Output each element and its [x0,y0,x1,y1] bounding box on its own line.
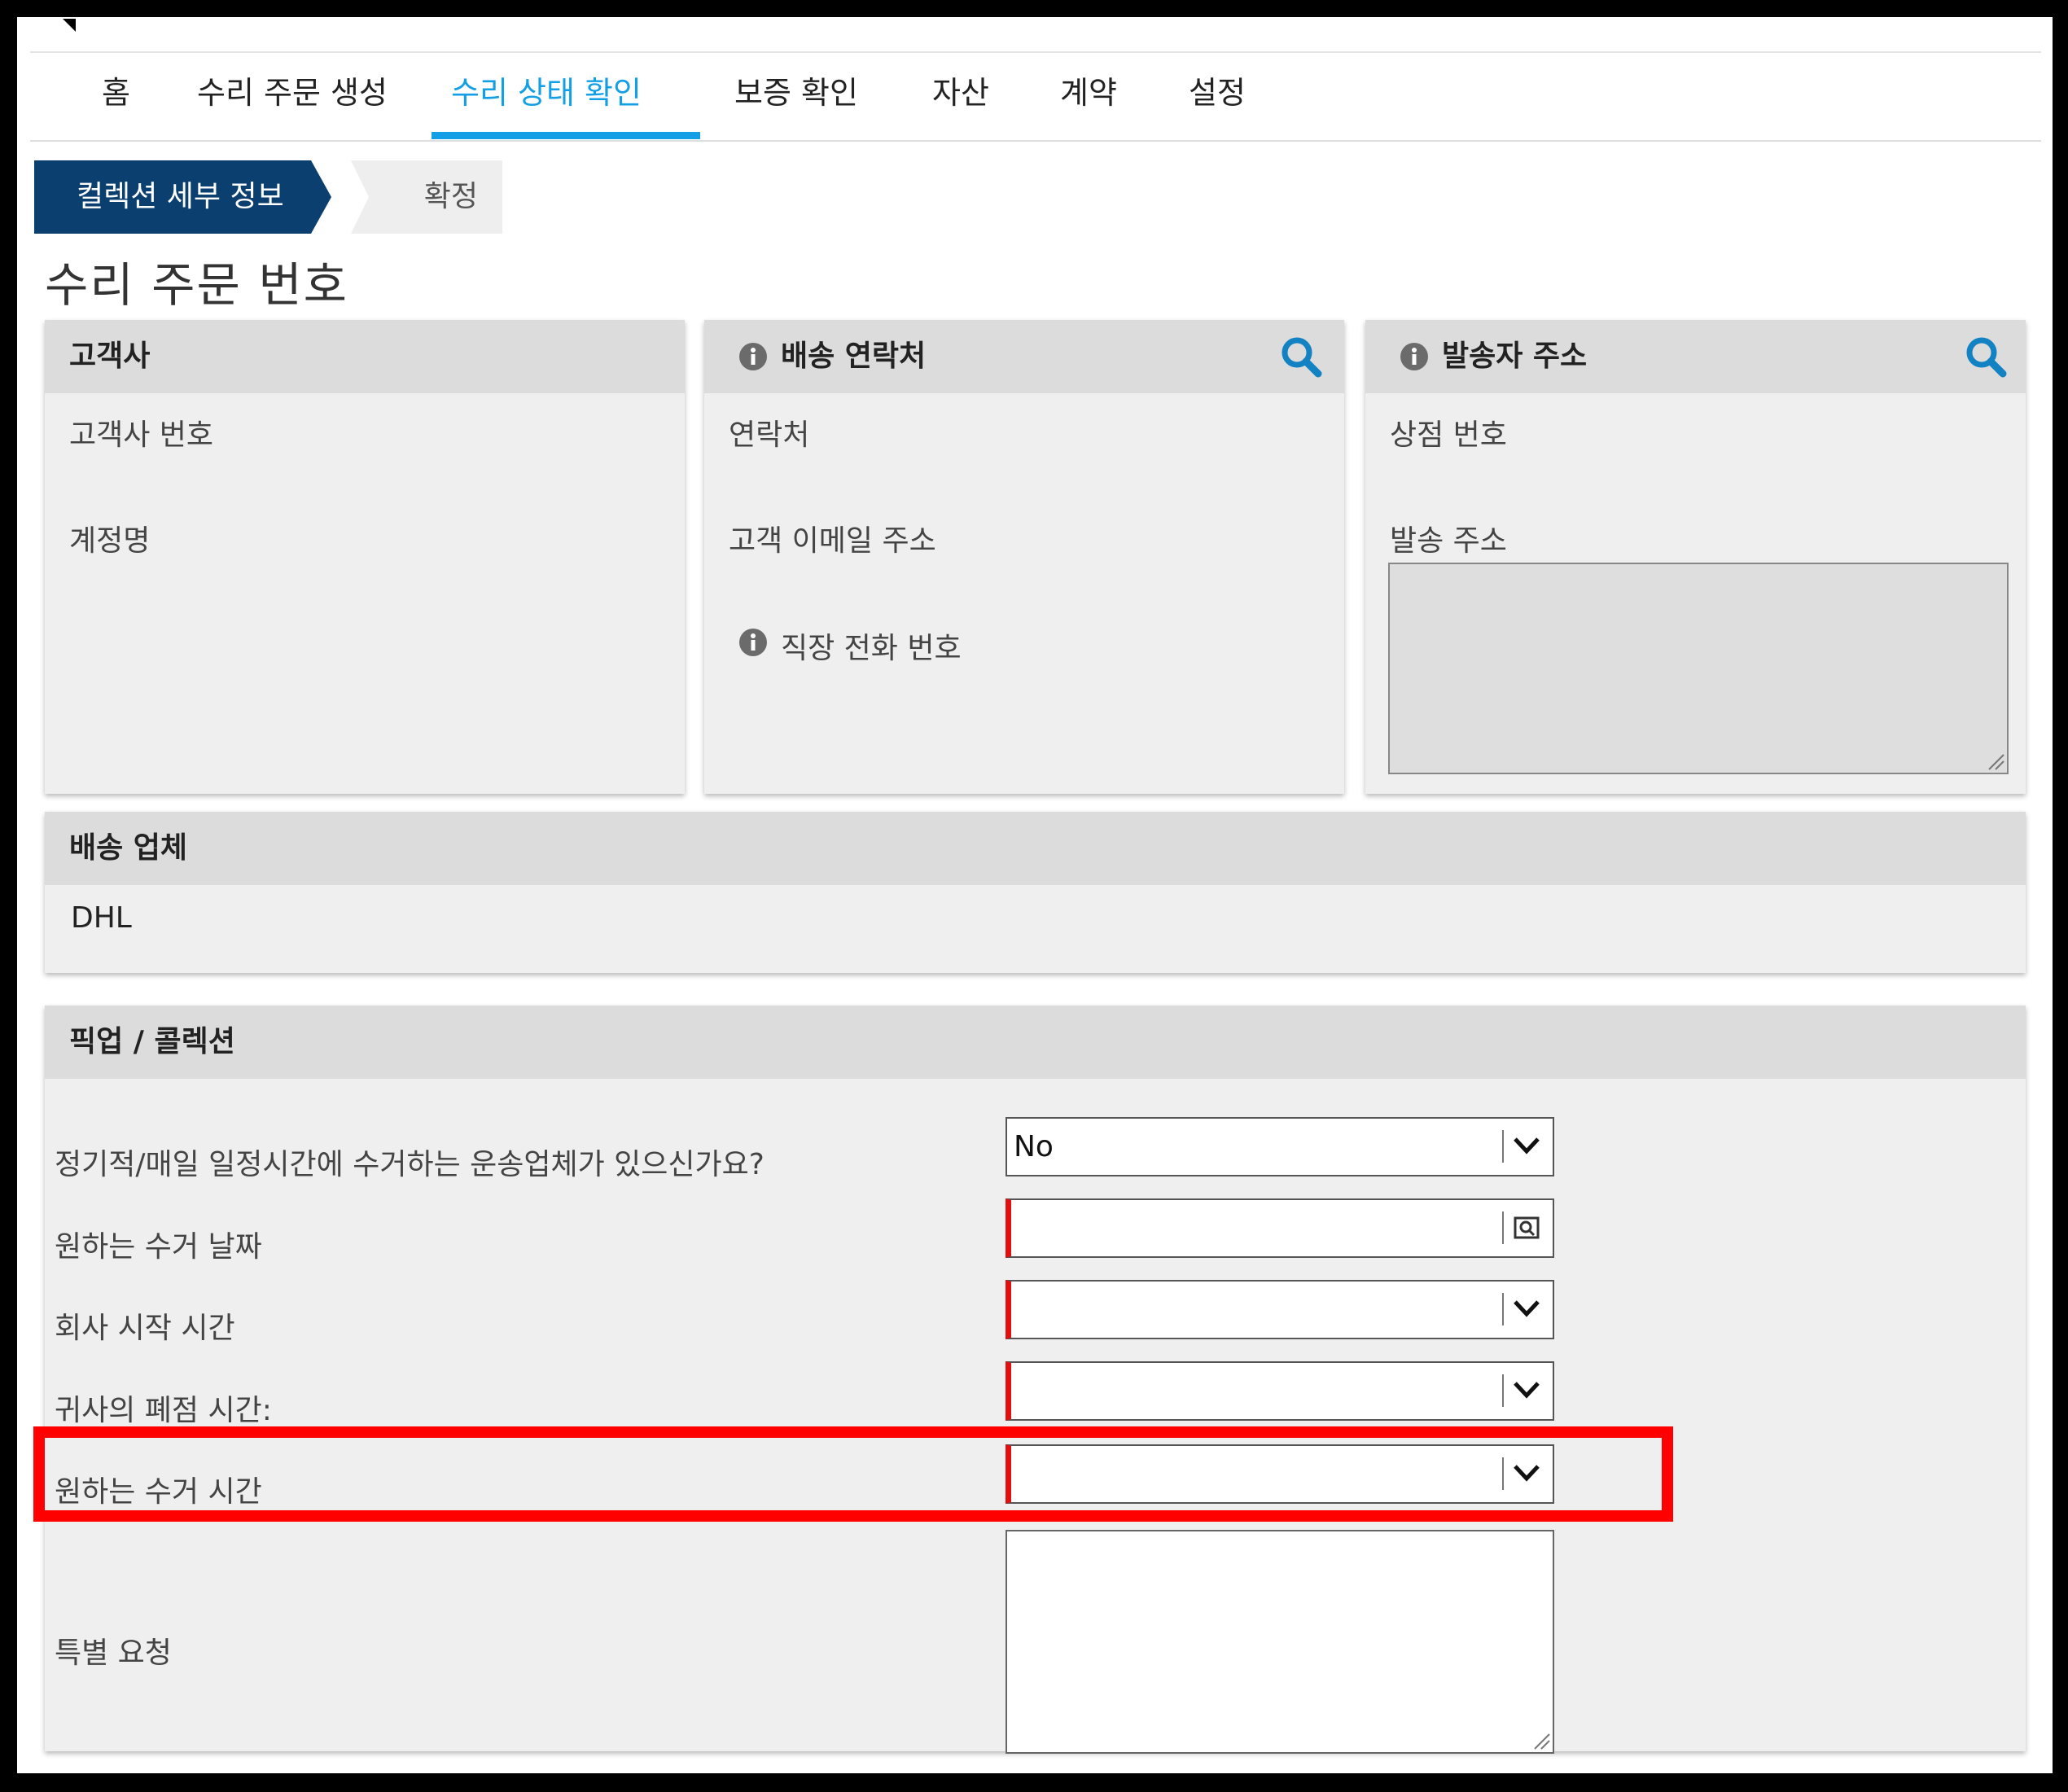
customer-email-label: 고객 이메일 주소 [729,524,936,558]
step-confirm: 확정 [351,160,502,234]
company-start-time-label: 회사 시작 시간 [55,1312,235,1345]
page-title: 수리 주문 번호 [45,257,349,313]
cursor-corner-icon [63,19,76,32]
store-number-label: 상점 번호 [1390,418,1507,452]
panel-header: 배송 연락처 [704,320,1344,393]
panel-title: 배송 연락처 [781,340,927,373]
nav-settings[interactable]: 설정 [1189,53,1246,140]
nav-contracts[interactable]: 계약 [1060,53,1117,140]
divider [1502,1211,1504,1244]
divider [1502,1130,1504,1163]
company-start-time-select[interactable] [1006,1280,1554,1339]
nav-repair-status[interactable]: 수리 상태 확인 [451,53,642,140]
ship-address-label: 발송 주소 [1390,524,1507,558]
info-icon [739,629,767,656]
nav-assets[interactable]: 자산 [932,53,989,140]
shipping-contact-panel: 배송 연락처 연락처 고객 이메일 주소 직장 전화 번호 [704,320,1344,794]
closing-time-select[interactable] [1006,1361,1554,1421]
app-frame: 홈 수리 주문 생성 수리 상태 확인 보증 확인 자산 계약 설정 컬렉션 세… [17,17,2053,1773]
panel-title: 발송자 주소 [1442,340,1588,373]
regular-carrier-label: 정기적/매일 일정시간에 수거하는 운송업체가 있으신가요? [55,1148,765,1181]
contact-label: 연락처 [729,418,810,452]
customer-number-label: 고객사 번호 [69,418,214,452]
panel-title: 픽업 / 콜렉션 [69,1025,235,1058]
top-nav: 홈 수리 주문 생성 수리 상태 확인 보증 확인 자산 계약 설정 [30,51,2041,142]
calendar-search-icon[interactable] [1514,1215,1540,1241]
sender-address-panel: 발송자 주소 상점 번호 발송 주소 [1365,320,2026,794]
step-collection-details: 컬렉션 세부 정보 [34,160,331,234]
info-icon [739,343,767,370]
ship-address-textarea[interactable] [1388,563,2009,774]
info-icon [1400,343,1428,370]
panel-header: 배송 업체 [45,812,2026,885]
active-tab-indicator [432,132,700,139]
highlight-box [33,1426,1673,1522]
panel-title: 고객사 [69,340,151,373]
resize-grip-icon[interactable] [1986,751,2005,771]
chevron-down-icon[interactable] [1512,1296,1541,1321]
chevron-down-icon[interactable] [1512,1133,1541,1158]
account-name-label: 계정명 [69,524,151,558]
divider [1502,1374,1504,1407]
closing-time-label: 귀사의 폐점 시간: [55,1394,272,1427]
pickup-date-label: 원하는 수거 날짜 [55,1230,262,1264]
search-icon[interactable] [1279,335,1323,379]
chevron-down-icon[interactable] [1512,1378,1541,1402]
panel-title: 배송 업체 [69,831,188,865]
work-phone-label: 직장 전화 번호 [781,632,962,665]
panel-header: 발송자 주소 [1365,320,2026,393]
regular-carrier-value: No [1014,1130,1054,1163]
nav-warranty-check[interactable]: 보증 확인 [734,53,858,140]
nav-create-repair-order[interactable]: 수리 주문 생성 [197,53,388,140]
divider [1502,1293,1504,1325]
special-request-textarea[interactable] [1006,1530,1554,1754]
panel-header: 고객사 [45,320,685,393]
regular-carrier-select[interactable]: No [1006,1117,1554,1176]
carrier-value: DHL [71,901,132,935]
panel-header: 픽업 / 콜렉션 [45,1006,2026,1079]
nav-home[interactable]: 홈 [102,53,130,140]
resize-grip-icon[interactable] [1531,1731,1551,1750]
customer-panel: 고객사 고객사 번호 계정명 [45,320,685,794]
search-icon[interactable] [1964,335,2008,379]
special-request-label: 특별 요청 [55,1636,172,1670]
carrier-panel: 배송 업체 DHL [45,812,2026,973]
pickup-date-input[interactable] [1006,1198,1554,1258]
